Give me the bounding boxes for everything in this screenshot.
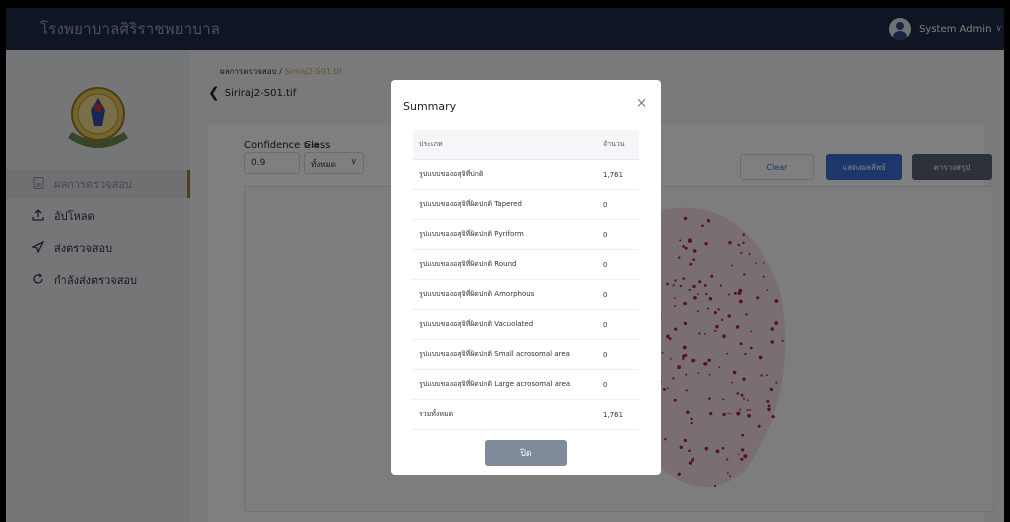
close-button[interactable]: ปิด: [485, 440, 567, 466]
row-type: รูปแบบของอสุจิที่ผิดปกติ Round: [419, 260, 517, 268]
row-count: 0: [603, 350, 608, 359]
table-row: รูปแบบของอสุจิที่ผิดปกติ Pyriform 0: [413, 220, 639, 250]
table-row: รูปแบบของอสุจิที่ผิดปกติ Large acrosomal…: [413, 370, 639, 400]
table-row-total: รวมทั้งหมด 1,761: [413, 400, 639, 430]
row-count: 1,761: [603, 410, 624, 419]
table-header-row: ประเภท จำนวน: [413, 130, 639, 160]
row-type: รูปแบบของอสุจิที่ผิดปกติ Small acrosomal…: [419, 350, 570, 358]
row-type: รูปแบบของอสุจิที่ผิดปกติ Vacuolated: [419, 320, 534, 328]
table-row: รูปแบบของอสุจิที่ผิดปกติ Vacuolated 0: [413, 310, 639, 340]
row-count: 0: [603, 380, 608, 389]
modal-backdrop[interactable]: Summary × ประเภท จำนวน รูปแบบของอสุจิที่…: [6, 8, 1004, 522]
summary-modal: Summary × ประเภท จำนวน รูปแบบของอสุจิที่…: [391, 80, 661, 475]
row-type: รูปแบบของอสุจิที่ผิดปกติ Amorphous: [419, 290, 535, 298]
table-row: รูปแบบของอสุจิที่ผิดปกติ Round 0: [413, 250, 639, 280]
table-row: รูปแบบของอสุจิที่ผิดปกติ Tapered 0: [413, 190, 639, 220]
summary-table: ประเภท จำนวน รูปแบบของอสุจิที่ปกติ 1,761 …: [413, 130, 639, 430]
close-icon[interactable]: ×: [636, 96, 647, 111]
row-type: รวมทั้งหมด: [419, 410, 454, 418]
row-count: 0: [603, 200, 608, 209]
row-count: 0: [603, 230, 608, 239]
row-type: รูปแบบของอสุจิที่ผิดปกติ Tapered: [419, 200, 522, 208]
row-type: รูปแบบของอสุจิที่ผิดปกติ Pyriform: [419, 230, 524, 238]
row-type: รูปแบบของอสุจิที่ผิดปกติ Large acrosomal…: [419, 380, 571, 388]
row-count: 0: [603, 290, 608, 299]
table-row: รูปแบบของอสุจิที่ผิดปกติ Amorphous 0: [413, 280, 639, 310]
row-count: 0: [603, 320, 608, 329]
modal-title: Summary: [403, 100, 457, 113]
row-count: 1,761: [603, 170, 624, 179]
app-window: โรงพยาบาลศิริราชพยาบาล System Admin ∨ ผล…: [6, 8, 1004, 522]
row-type: รูปแบบของอสุจิที่ปกติ: [419, 170, 484, 178]
header-count: จำนวน: [603, 140, 625, 148]
row-count: 0: [603, 260, 608, 269]
header-type: ประเภท: [419, 140, 443, 148]
table-row: รูปแบบของอสุจิที่ปกติ 1,761: [413, 160, 639, 190]
table-row: รูปแบบของอสุจิที่ผิดปกติ Small acrosomal…: [413, 340, 639, 370]
